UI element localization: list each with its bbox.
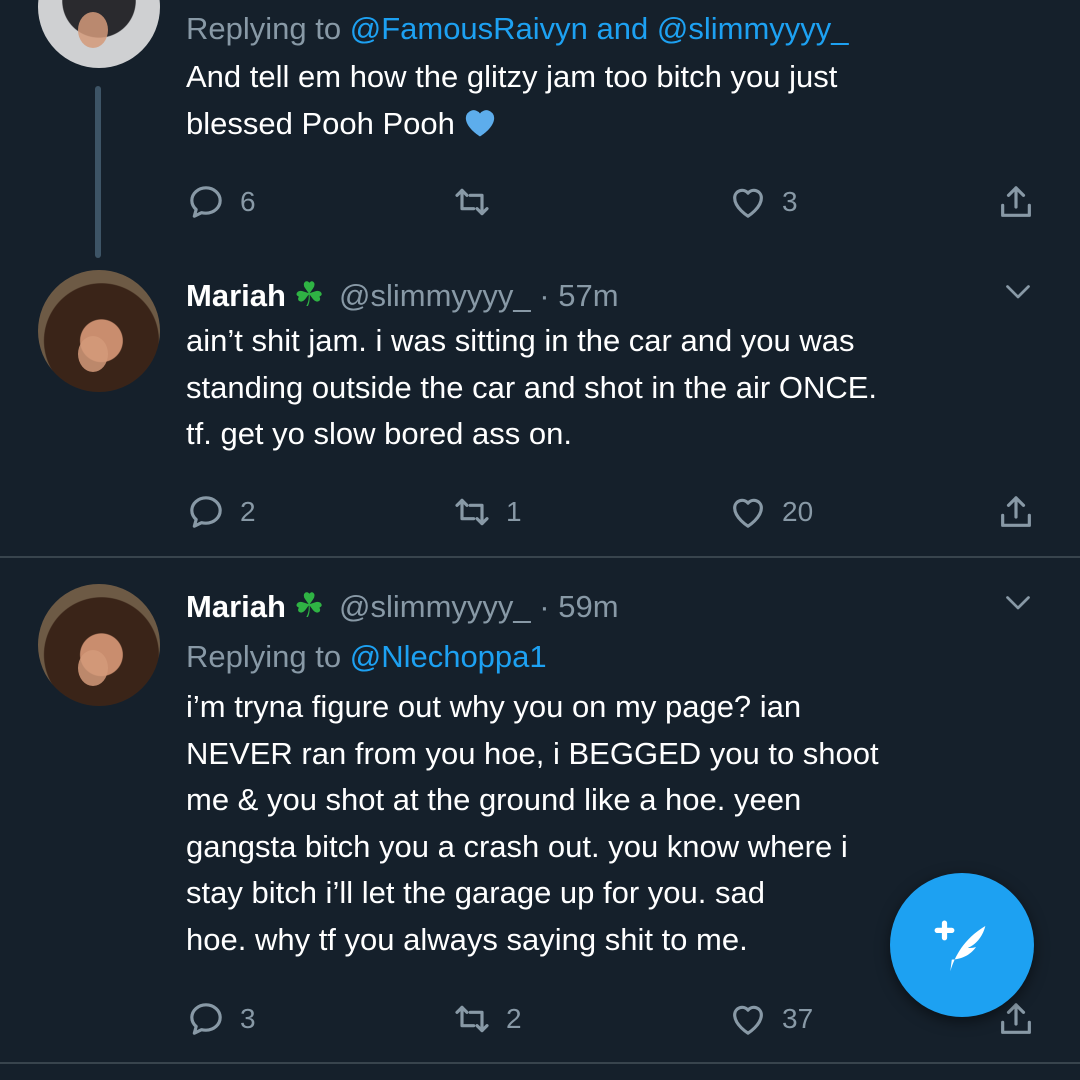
like-button[interactable]: 3 xyxy=(728,180,798,224)
retweet-button[interactable]: 1 xyxy=(452,490,522,534)
mention-link[interactable]: @FamousRaivyn xyxy=(350,11,588,46)
tweet-actions: 6 3 xyxy=(186,180,1046,224)
tweet[interactable]: Mariah ☘ @slimmyyyy_ · 57m ain’t shit jam… xyxy=(0,270,1080,556)
reply-button[interactable]: 3 xyxy=(186,997,256,1041)
timestamp[interactable]: 57m xyxy=(558,278,618,313)
share-icon xyxy=(996,182,1036,222)
reply-button[interactable]: 2 xyxy=(186,490,256,534)
replying-to: Replying to @FamousRaivyn and @slimmyyyy… xyxy=(186,11,849,46)
avatar[interactable] xyxy=(38,270,160,392)
reply-button[interactable]: 6 xyxy=(186,180,256,224)
heart-icon xyxy=(728,182,768,222)
compose-tweet-icon xyxy=(934,920,986,972)
mention-link[interactable]: @Nlechoppa1 xyxy=(350,639,547,674)
share-button[interactable] xyxy=(996,490,1036,534)
reply-icon xyxy=(186,492,226,532)
display-name[interactable]: Mariah xyxy=(186,278,286,313)
heart-icon xyxy=(728,999,768,1039)
retweet-icon xyxy=(452,999,492,1039)
clover-badge: ☘ xyxy=(293,276,325,314)
heart-icon xyxy=(728,492,768,532)
user-handle[interactable]: @slimmyyyy_ xyxy=(339,589,531,624)
share-icon xyxy=(996,999,1036,1039)
replying-to: Replying to @Nlechoppa1 xyxy=(186,639,547,674)
reply-icon xyxy=(186,999,226,1039)
retweet-icon xyxy=(452,492,492,532)
tweet-text: ain’t shit jam. i was sitting in the car… xyxy=(186,323,878,451)
tweet-actions: 2 1 20 xyxy=(186,490,1046,534)
like-button[interactable]: 20 xyxy=(728,490,813,534)
avatar[interactable] xyxy=(38,0,160,68)
tweet-header: Mariah ☘ @slimmyyyy_ · 57m xyxy=(186,273,1040,317)
reply-icon xyxy=(186,182,226,222)
tweet-text: And tell em how the glitzy jam too bitch… xyxy=(186,59,838,141)
compose-tweet-button[interactable] xyxy=(890,873,1034,1017)
mention-link[interactable]: @slimmyyyy_ xyxy=(657,11,849,46)
user-handle[interactable]: @slimmyyyy_ xyxy=(339,278,531,313)
tweet-header: Mariah ☘ @slimmyyyy_ · 59m xyxy=(186,584,1040,628)
share-button[interactable] xyxy=(996,180,1036,224)
retweet-icon xyxy=(452,182,492,222)
tweet-divider xyxy=(0,1062,1080,1064)
display-name[interactable]: Mariah xyxy=(186,589,286,624)
timestamp[interactable]: 59m xyxy=(558,589,618,624)
like-button[interactable]: 37 xyxy=(728,997,813,1041)
thread-connector-line xyxy=(95,86,101,258)
avatar[interactable] xyxy=(38,584,160,706)
blue-heart-icon xyxy=(465,109,495,136)
retweet-button[interactable]: 2 xyxy=(452,997,522,1041)
share-icon xyxy=(996,492,1036,532)
tweet[interactable]: Replying to @FamousRaivyn and @slimmyyyy… xyxy=(0,0,1080,270)
retweet-button[interactable] xyxy=(452,180,506,224)
tweet-actions: 3 2 37 xyxy=(186,997,1046,1041)
chevron-down-icon[interactable] xyxy=(1000,273,1036,309)
clover-badge: ☘ xyxy=(293,587,325,625)
chevron-down-icon[interactable] xyxy=(1000,584,1036,620)
